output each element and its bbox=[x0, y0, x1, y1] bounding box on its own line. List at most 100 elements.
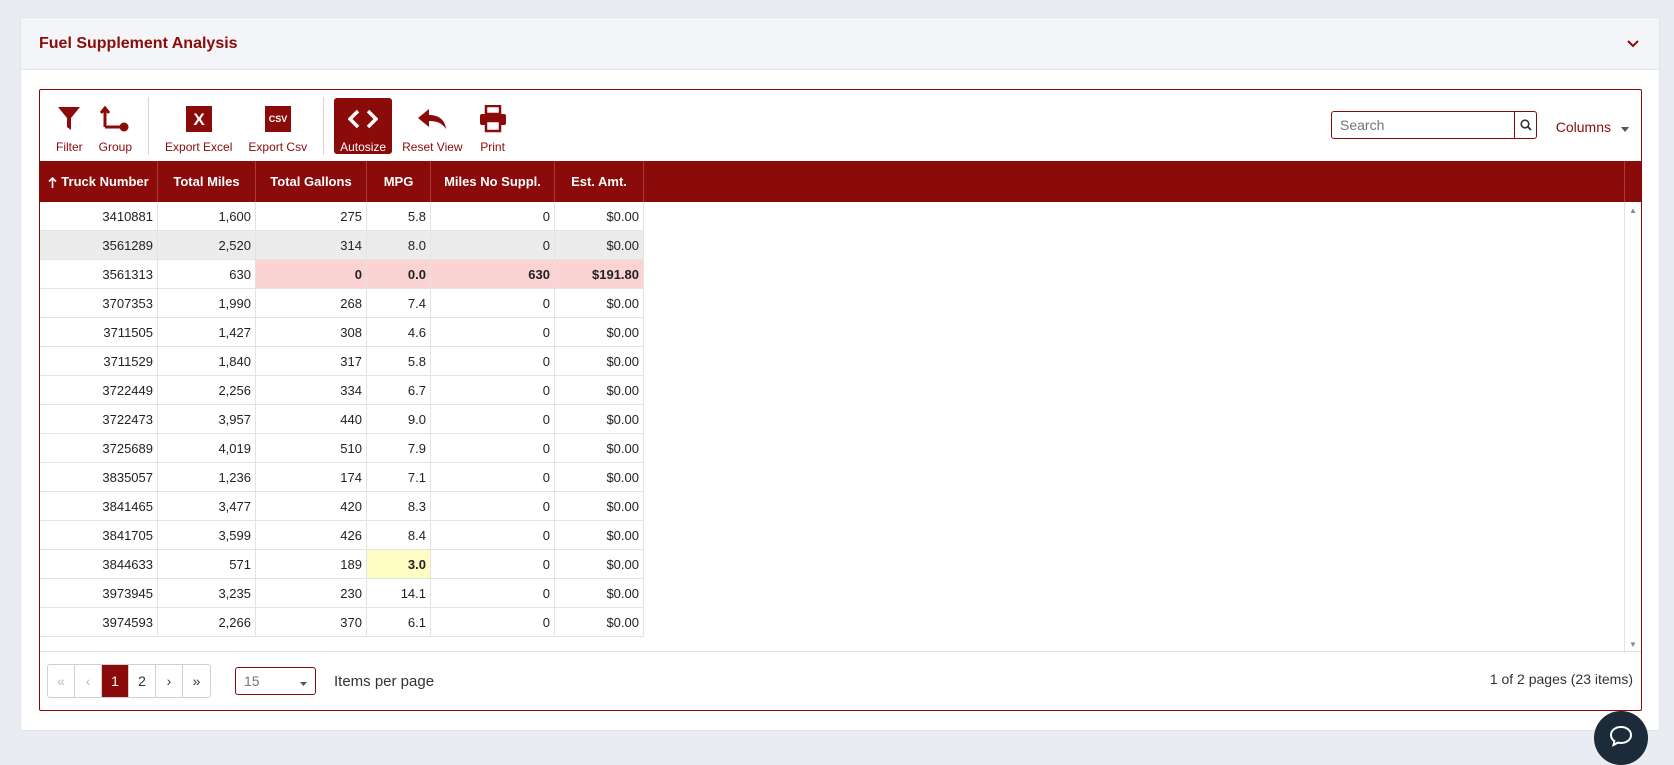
table-row[interactable]: 3835057 1,236 174 7.1 0 $0.00 bbox=[40, 463, 644, 492]
column-header-label: Truck Number bbox=[61, 174, 149, 189]
table-cell: 0 bbox=[431, 289, 555, 317]
table-cell: $0.00 bbox=[555, 434, 644, 462]
table-cell: $0.00 bbox=[555, 347, 644, 375]
table-cell: 420 bbox=[256, 492, 367, 520]
table-cell: 3722473 bbox=[40, 405, 158, 433]
table-cell: 3410881 bbox=[40, 202, 158, 230]
table-row[interactable]: 3561313 630 0 0.0 630 $191.80 bbox=[40, 260, 644, 289]
toolbar-divider bbox=[323, 96, 325, 155]
export-csv-label: Export Csv bbox=[248, 139, 308, 154]
table-cell: $0.00 bbox=[555, 608, 644, 636]
table-cell: 0 bbox=[431, 492, 555, 520]
table-cell: 9.0 bbox=[367, 405, 431, 433]
table-cell: 0 bbox=[431, 550, 555, 578]
table-row[interactable]: 3974593 2,266 370 6.1 0 $0.00 bbox=[40, 608, 644, 637]
caret-down-icon bbox=[300, 673, 307, 689]
table-row[interactable]: 3725689 4,019 510 7.9 0 $0.00 bbox=[40, 434, 644, 463]
data-grid: Filter Group X Export Excel CSV Export C… bbox=[39, 89, 1642, 711]
toolbar-divider bbox=[148, 96, 150, 155]
table-row[interactable]: 3722449 2,256 334 6.7 0 $0.00 bbox=[40, 376, 644, 405]
table-cell: $0.00 bbox=[555, 376, 644, 404]
autosize-button[interactable]: Autosize bbox=[334, 97, 393, 154]
table-cell: 275 bbox=[256, 202, 367, 230]
table-cell: 3974593 bbox=[40, 608, 158, 636]
table-cell: 3.0 bbox=[367, 550, 431, 578]
export-excel-button[interactable]: X Export Excel bbox=[159, 98, 238, 154]
table-cell: 0.0 bbox=[367, 260, 431, 288]
table-row[interactable]: 3973945 3,235 230 14.1 0 $0.00 bbox=[40, 579, 644, 608]
table-cell: $0.00 bbox=[555, 521, 644, 549]
first-page-button[interactable]: « bbox=[48, 665, 75, 697]
table-cell: 3,235 bbox=[158, 579, 256, 607]
vertical-scrollbar[interactable]: ▲ ▼ bbox=[1624, 202, 1641, 653]
table-cell: $0.00 bbox=[555, 231, 644, 259]
print-button[interactable]: Print bbox=[473, 98, 513, 154]
table-cell: 317 bbox=[256, 347, 367, 375]
search-box bbox=[1331, 111, 1537, 139]
items-per-page-select[interactable]: 15 bbox=[235, 667, 316, 695]
page-1-button[interactable]: 1 bbox=[102, 665, 129, 697]
column-header-total-miles[interactable]: Total Miles bbox=[158, 161, 256, 202]
table-cell: 3,599 bbox=[158, 521, 256, 549]
last-page-button[interactable]: » bbox=[183, 665, 210, 697]
column-header-miles-no-suppl[interactable]: Miles No Suppl. bbox=[431, 161, 555, 202]
table-row[interactable]: 3711529 1,840 317 5.8 0 $0.00 bbox=[40, 347, 644, 376]
search-icon[interactable] bbox=[1514, 112, 1536, 138]
table-row[interactable]: 3844633 571 189 3.0 0 $0.00 bbox=[40, 550, 644, 579]
table-row[interactable]: 3841705 3,599 426 8.4 0 $0.00 bbox=[40, 521, 644, 550]
table-cell: 1,600 bbox=[158, 202, 256, 230]
items-per-page-value: 15 bbox=[244, 673, 260, 689]
filter-icon bbox=[57, 103, 81, 135]
table-row[interactable]: 3410881 1,600 275 5.8 0 $0.00 bbox=[40, 202, 644, 231]
column-header-total-gallons[interactable]: Total Gallons bbox=[256, 161, 367, 202]
chevron-down-icon[interactable] bbox=[1625, 36, 1641, 52]
code-brackets-icon bbox=[348, 103, 379, 135]
table-cell: 308 bbox=[256, 318, 367, 346]
chat-launcher-button[interactable] bbox=[1594, 711, 1648, 765]
table-row[interactable]: 3561289 2,520 314 8.0 0 $0.00 bbox=[40, 231, 644, 260]
csv-icon-text: CSV bbox=[268, 114, 287, 124]
table-cell: 0 bbox=[431, 405, 555, 433]
search-input[interactable] bbox=[1332, 113, 1514, 137]
prev-page-button[interactable]: ‹ bbox=[75, 665, 102, 697]
table-cell: 1,427 bbox=[158, 318, 256, 346]
export-csv-button[interactable]: CSV Export Csv bbox=[242, 98, 313, 154]
next-page-button[interactable]: › bbox=[156, 665, 183, 697]
table-cell: 0 bbox=[431, 579, 555, 607]
table-cell: 630 bbox=[431, 260, 555, 288]
table-row[interactable]: 3722473 3,957 440 9.0 0 $0.00 bbox=[40, 405, 644, 434]
table-cell: 6.7 bbox=[367, 376, 431, 404]
table-cell: 0 bbox=[431, 347, 555, 375]
sort-ascending-icon bbox=[48, 176, 57, 191]
group-label: Group bbox=[98, 139, 133, 154]
filter-button[interactable]: Filter bbox=[50, 98, 89, 154]
table-cell: 426 bbox=[256, 521, 367, 549]
reset-view-button[interactable]: Reset View bbox=[396, 98, 468, 154]
table-cell: 4.6 bbox=[367, 318, 431, 346]
columns-dropdown[interactable]: Columns bbox=[1556, 119, 1629, 135]
table-row[interactable]: 3707353 1,990 268 7.4 0 $0.00 bbox=[40, 289, 644, 318]
table-cell: 7.4 bbox=[367, 289, 431, 317]
table-cell: 3,957 bbox=[158, 405, 256, 433]
page-2-button[interactable]: 2 bbox=[129, 665, 156, 697]
column-header-truck-number[interactable]: Truck Number bbox=[40, 161, 158, 202]
table-cell: 370 bbox=[256, 608, 367, 636]
export-excel-label: Export Excel bbox=[165, 139, 233, 154]
column-header-est-amt[interactable]: Est. Amt. bbox=[555, 161, 644, 202]
table-row[interactable]: 3711505 1,427 308 4.6 0 $0.00 bbox=[40, 318, 644, 347]
table-row[interactable]: 3841465 3,477 420 8.3 0 $0.00 bbox=[40, 492, 644, 521]
table-cell: 2,520 bbox=[158, 231, 256, 259]
scroll-up-icon[interactable]: ▲ bbox=[1629, 206, 1637, 215]
scroll-down-icon[interactable]: ▼ bbox=[1629, 640, 1637, 649]
table-cell: 8.4 bbox=[367, 521, 431, 549]
column-header-mpg[interactable]: MPG bbox=[367, 161, 431, 202]
card-header[interactable]: Fuel Supplement Analysis bbox=[21, 18, 1659, 70]
table-cell: 0 bbox=[256, 260, 367, 288]
table-cell: 0 bbox=[431, 231, 555, 259]
pager-buttons: « ‹ 1 2 › » bbox=[47, 664, 211, 698]
table-cell: 0 bbox=[431, 318, 555, 346]
table-cell: 6.1 bbox=[367, 608, 431, 636]
group-button[interactable]: Group bbox=[93, 98, 138, 154]
table-cell: 268 bbox=[256, 289, 367, 317]
column-header-label: Total Gallons bbox=[270, 174, 352, 189]
